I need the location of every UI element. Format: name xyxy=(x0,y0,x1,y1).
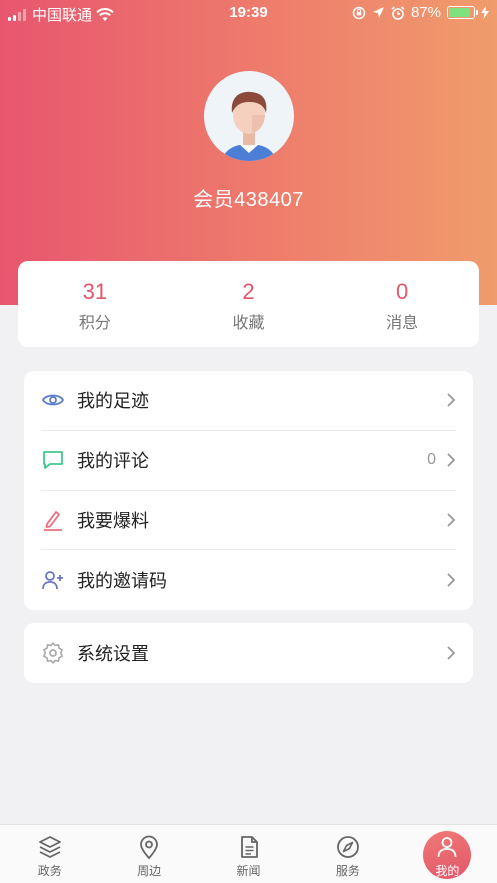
avatar[interactable] xyxy=(204,71,294,161)
tab-government[interactable]: 政务 xyxy=(0,825,99,883)
location-arrow-icon xyxy=(372,7,384,18)
stat-label: 消息 xyxy=(386,315,419,332)
stat-label: 收藏 xyxy=(232,315,265,332)
menu-count: 0 xyxy=(427,451,436,469)
tab-label: 周边 xyxy=(137,864,162,878)
menu-label: 系统设置 xyxy=(77,643,149,664)
settings-card: 系统设置 xyxy=(24,623,473,683)
stat-points[interactable]: 31 积分 xyxy=(18,261,172,347)
gear-icon xyxy=(41,641,65,665)
layers-icon xyxy=(38,836,61,858)
chevron-right-icon xyxy=(447,393,456,408)
menu-card: 我的足迹 我的评论 0 我要爆料 我的邀请码 xyxy=(24,371,473,610)
stat-label: 积分 xyxy=(78,315,111,332)
stat-value: 2 xyxy=(242,279,255,304)
menu-label: 我的评论 xyxy=(77,451,149,472)
charging-bolt-icon xyxy=(481,6,489,19)
tab-news[interactable]: 新闻 xyxy=(199,825,298,883)
tab-bar: 政务 周边 新闻 服务 我的 xyxy=(0,824,497,883)
battery-percent: 87% xyxy=(410,4,441,21)
menu-item-report[interactable]: 我要爆料 xyxy=(41,491,456,551)
status-bar: 中国联通 19:39 87% xyxy=(0,0,497,26)
location-pin-icon xyxy=(140,835,159,860)
stat-favorites[interactable]: 2 收藏 xyxy=(172,261,326,347)
menu-label: 我的足迹 xyxy=(77,391,149,412)
alarm-icon xyxy=(391,5,405,20)
chevron-right-icon xyxy=(447,453,456,467)
menu-item-settings[interactable]: 系统设置 xyxy=(41,623,456,683)
add-user-icon xyxy=(41,568,65,592)
tab-label: 新闻 xyxy=(236,864,261,878)
chevron-right-icon xyxy=(447,646,456,660)
tab-nearby[interactable]: 周边 xyxy=(99,825,198,883)
tab-label: 服务 xyxy=(335,864,360,878)
menu-item-invite-code[interactable]: 我的邀请码 xyxy=(41,550,456,610)
menu-label: 我要爆料 xyxy=(77,510,149,531)
tab-mine[interactable]: 我的 xyxy=(398,825,497,883)
menu-item-comments[interactable]: 我的评论 0 xyxy=(41,431,456,491)
username: 会员438407 xyxy=(193,189,304,211)
user-icon xyxy=(437,837,457,858)
tab-label: 我的 xyxy=(435,864,460,878)
chevron-right-icon xyxy=(447,513,456,527)
chevron-right-icon xyxy=(447,573,456,587)
document-icon xyxy=(240,836,258,858)
comment-icon xyxy=(41,448,65,472)
stat-messages[interactable]: 0 消息 xyxy=(325,261,479,347)
battery-icon xyxy=(447,6,478,19)
tab-label: 政务 xyxy=(37,864,62,878)
stats-card: 31 积分 2 收藏 0 消息 xyxy=(18,261,479,347)
menu-label: 我的邀请码 xyxy=(77,571,167,592)
stat-value: 0 xyxy=(396,279,409,304)
tab-services[interactable]: 服务 xyxy=(298,825,397,883)
compass-icon xyxy=(337,836,359,858)
stat-value: 31 xyxy=(82,279,108,304)
eye-icon xyxy=(41,388,65,412)
pencil-icon xyxy=(41,508,65,532)
menu-item-footprints[interactable]: 我的足迹 xyxy=(41,371,456,431)
user-avatar-icon xyxy=(222,91,276,161)
rotation-lock-icon xyxy=(352,6,366,19)
